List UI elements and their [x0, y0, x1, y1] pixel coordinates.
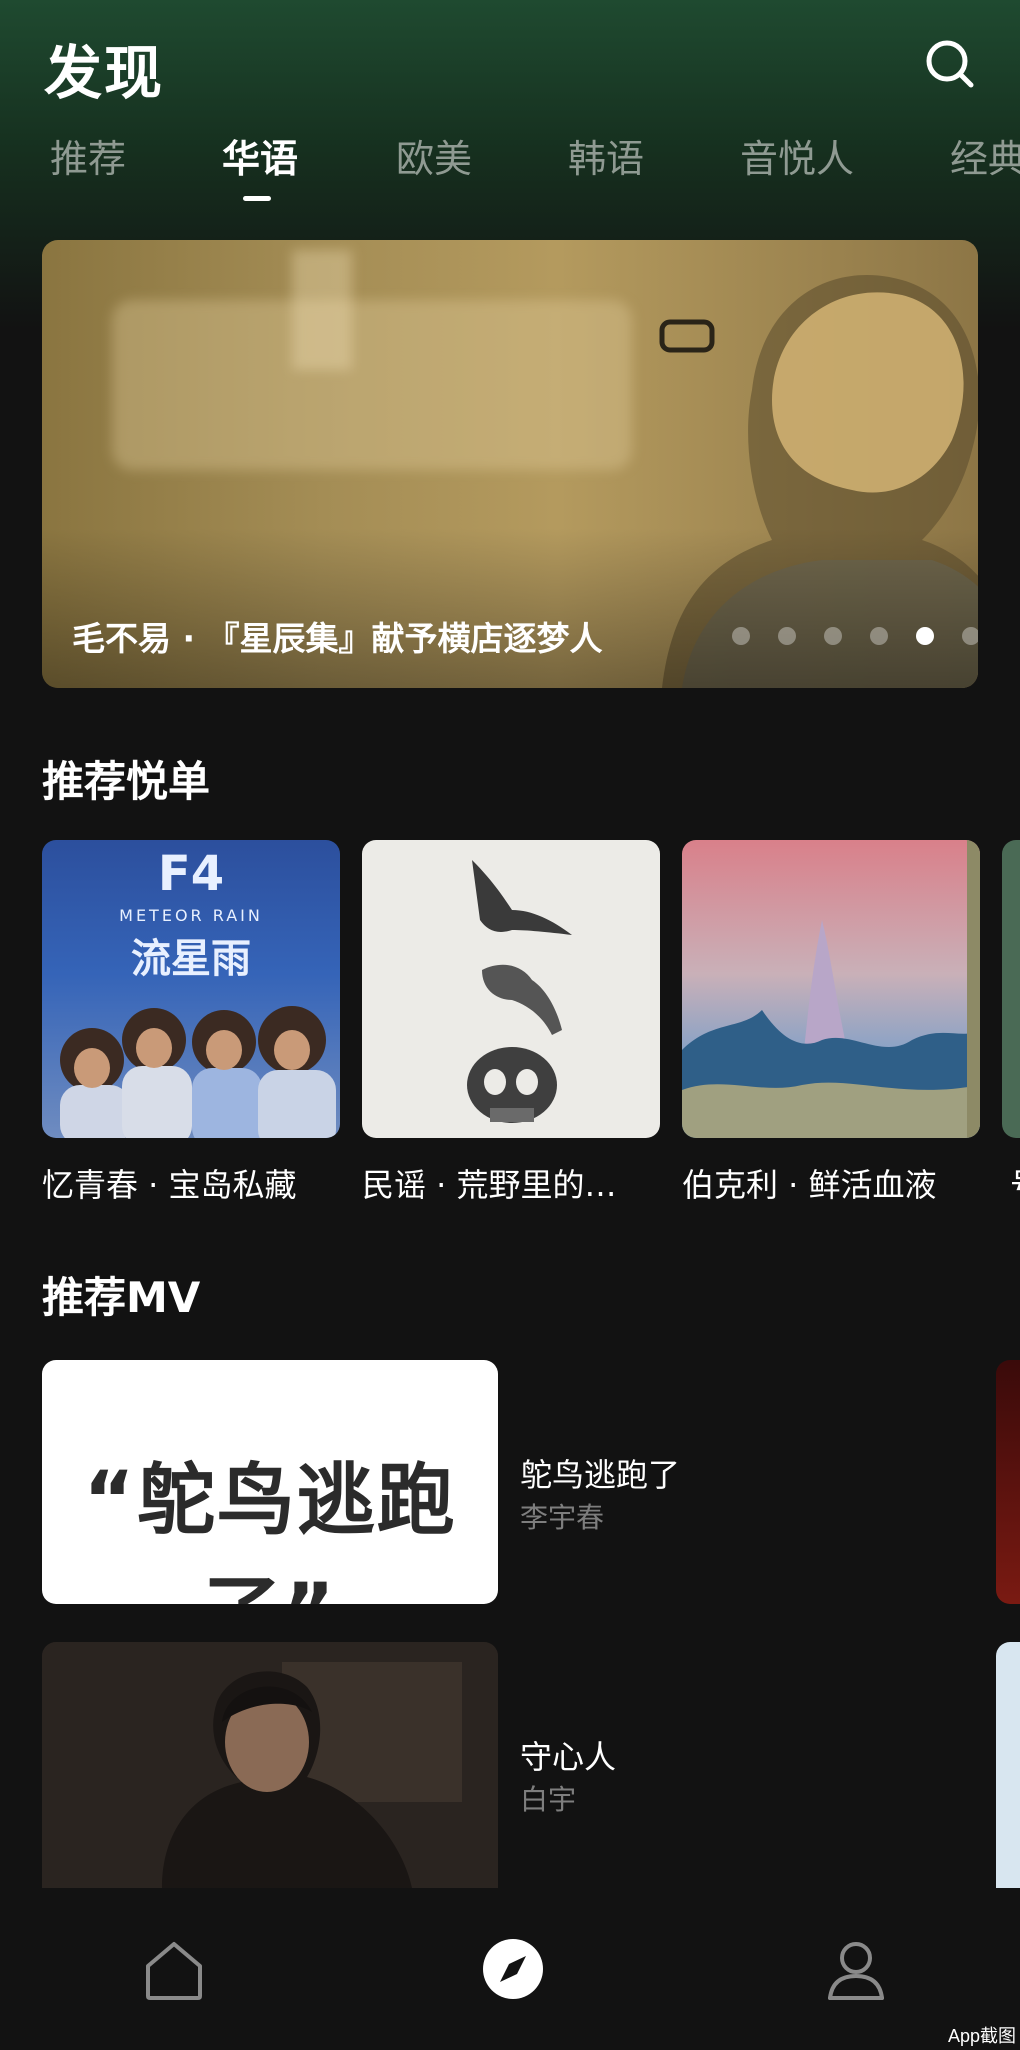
mv-artist[interactable]: 李宇春: [520, 1496, 604, 1536]
playlists-section-title: 推荐悦单: [42, 757, 211, 806]
compass-icon[interactable]: [482, 1938, 544, 2000]
bottom-navigation: [0, 1888, 1020, 2050]
banner-shade: [42, 528, 978, 688]
banner-caption: 毛不易 · 『星辰集』献予横店逐梦人: [72, 619, 603, 658]
banner-light: [292, 250, 352, 370]
tab-korean[interactable]: 韩语: [568, 128, 644, 183]
home-icon[interactable]: [142, 1940, 206, 2002]
mv-thumbnail-text: “鸵鸟逃跑了”: [83, 1456, 457, 1604]
playlist-name: 忆青春 · 宝岛私藏: [42, 1166, 297, 1204]
tab-classic[interactable]: 经典: [950, 128, 1020, 183]
mv-thumbnail-peek[interactable]: [996, 1642, 1020, 1888]
tab-western[interactable]: 欧美: [396, 128, 472, 183]
carousel-dot[interactable]: [732, 627, 750, 645]
playlist-card[interactable]: F4 METEOR RAIN 流星雨 忆青春 · 宝岛私藏: [42, 840, 340, 1206]
carousel-dot[interactable]: [778, 627, 796, 645]
mv-section-title: 推荐MV: [42, 1273, 201, 1322]
playlist-card-peek[interactable]: [1002, 840, 1020, 1138]
banner-background: [112, 300, 632, 470]
carousel-dot-active[interactable]: [916, 627, 934, 645]
cover-logo: F4: [157, 846, 225, 902]
cover-art: [467, 860, 572, 1123]
playlist-name-peek: 号: [1010, 1160, 1020, 1196]
category-tabs: 推荐 华语 欧美 韩语 音悦人 经典: [0, 128, 1020, 208]
playlist-card[interactable]: 民谣 · 荒野里的…: [362, 840, 660, 1206]
carousel-dot[interactable]: [962, 627, 978, 645]
playlist-cover: [682, 840, 980, 1138]
mv-thumbnail-peek[interactable]: [996, 1360, 1020, 1604]
tab-chinese[interactable]: 华语: [222, 128, 298, 183]
page-title: 发现: [44, 39, 165, 107]
mv-thumbnail[interactable]: [42, 1642, 498, 1888]
carousel-dot[interactable]: [824, 627, 842, 645]
carousel-dot[interactable]: [870, 627, 888, 645]
mv-artist[interactable]: 白宇: [520, 1778, 576, 1818]
profile-icon[interactable]: [824, 1940, 888, 2002]
playlist-card[interactable]: 伯克利 · 鲜活血液: [682, 840, 980, 1206]
mv-thumbnail[interactable]: “鸵鸟逃跑了”: [42, 1360, 498, 1604]
cover-art: [682, 840, 980, 1138]
mv-title[interactable]: 鸵鸟逃跑了: [520, 1450, 680, 1496]
cover-title: 流星雨: [131, 936, 251, 982]
watermark: App截图: [948, 2026, 1017, 2046]
tab-recommend[interactable]: 推荐: [50, 128, 126, 183]
mv-title[interactable]: 守心人: [520, 1732, 616, 1778]
carousel-dots: [692, 627, 978, 647]
playlist-name: 伯克利 · 鲜活血液: [682, 1166, 937, 1204]
playlist-cover: F4 METEOR RAIN 流星雨: [42, 840, 340, 1138]
playlist-name: 民谣 · 荒野里的…: [362, 1166, 617, 1204]
cover-subtitle: METEOR RAIN: [119, 906, 263, 925]
banner-carousel[interactable]: 毛不易 · 『星辰集』献予横店逐梦人: [42, 240, 978, 688]
active-tab-indicator: [243, 196, 271, 201]
mv-thumbnail-image: [42, 1642, 498, 1888]
search-icon[interactable]: [922, 36, 976, 90]
tab-musicians[interactable]: 音悦人: [740, 128, 854, 183]
playlist-cover: [362, 840, 660, 1138]
cover-photo: [60, 1006, 336, 1138]
